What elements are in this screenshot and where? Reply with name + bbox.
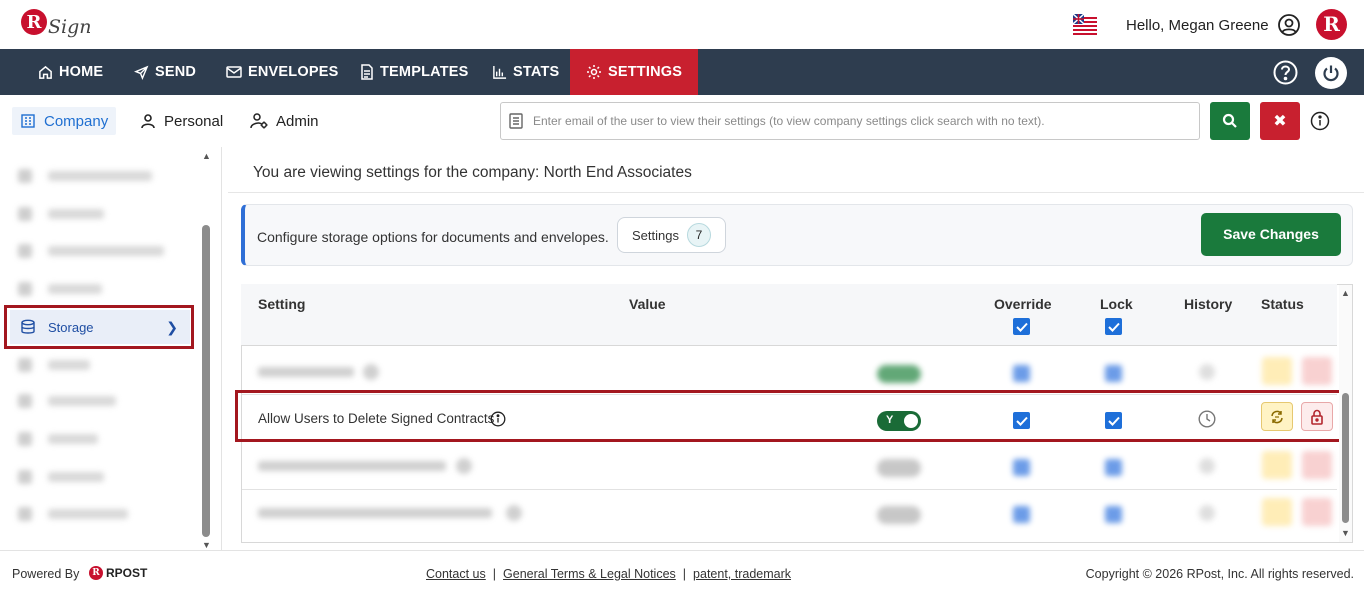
- highlight-box: [4, 305, 194, 349]
- scroll-down-icon[interactable]: ▼: [1341, 528, 1350, 538]
- nav-home[interactable]: HOME: [38, 49, 103, 95]
- svg-text:Sign: Sign: [48, 16, 90, 38]
- check-icon: [1107, 322, 1120, 332]
- tab-admin-label: Admin: [276, 112, 319, 130]
- main-nav: HOME SEND ENVELOPES TEMPLATES STATS SETT…: [0, 49, 1364, 95]
- search-button[interactable]: [1210, 102, 1250, 140]
- sidebar-item-blurred[interactable]: [18, 503, 128, 525]
- info-icon[interactable]: [1310, 111, 1330, 131]
- list-icon: [509, 113, 523, 129]
- nav-home-label: HOME: [59, 64, 104, 80]
- nav-envelopes[interactable]: ENVELOPES: [226, 49, 338, 95]
- top-header: R Sign Hello, Megan Greene R: [0, 0, 1364, 49]
- tab-company-label: Company: [44, 112, 109, 130]
- nav-settings-label: SETTINGS: [608, 64, 683, 80]
- envelope-icon: [226, 66, 242, 78]
- nav-templates-label: TEMPLATES: [380, 64, 469, 80]
- col-value: Value: [629, 296, 666, 312]
- search-icon: [1222, 113, 1237, 128]
- nav-send[interactable]: SEND: [134, 49, 196, 95]
- tab-admin[interactable]: Admin: [250, 107, 319, 135]
- user-greeting: Hello, Megan Greene: [1126, 17, 1269, 34]
- row-divider: [242, 489, 1337, 490]
- scroll-up-icon[interactable]: ▲: [202, 151, 211, 161]
- user-search-input[interactable]: [533, 114, 1183, 128]
- sidebar-item-blurred[interactable]: [18, 390, 116, 412]
- sidebar-item-blurred[interactable]: [18, 278, 102, 300]
- copyright-text: Copyright © 2026 RPost, Inc. All rights …: [1085, 567, 1354, 581]
- clear-search-button[interactable]: ✖: [1260, 102, 1300, 140]
- power-icon: [1323, 65, 1339, 82]
- stats-icon: [493, 65, 507, 79]
- table-header: [241, 284, 1337, 346]
- terms-link[interactable]: General Terms & Legal Notices: [503, 567, 676, 581]
- sidebar-scrollbar[interactable]: ▲ ▼: [201, 151, 211, 550]
- page-title: You are viewing settings for the company…: [253, 164, 692, 181]
- scroll-down-icon[interactable]: ▼: [202, 540, 211, 550]
- footer-links: Contact us | General Terms & Legal Notices…: [426, 567, 792, 581]
- home-icon: [39, 65, 52, 79]
- lock-all-checkbox[interactable]: [1105, 318, 1122, 335]
- settings-pill-label: Settings: [632, 227, 679, 243]
- power-button[interactable]: [1315, 57, 1347, 89]
- rsign-logo[interactable]: R Sign: [20, 6, 92, 42]
- sidebar-item-blurred[interactable]: [18, 466, 104, 488]
- col-lock: Lock: [1100, 296, 1133, 312]
- patent-link[interactable]: patent, trademark: [693, 567, 791, 581]
- divider: [228, 192, 1364, 193]
- override-all-checkbox[interactable]: [1013, 318, 1030, 335]
- sidebar-item-blurred[interactable]: [18, 165, 152, 187]
- col-override: Override: [994, 296, 1052, 312]
- tab-personal-label: Personal: [164, 112, 224, 130]
- nav-stats[interactable]: STATS: [492, 49, 559, 95]
- user-search-box: [500, 102, 1200, 140]
- nav-envelopes-label: ENVELOPES: [248, 64, 339, 80]
- tab-company[interactable]: Company: [12, 107, 117, 135]
- sidebar-item-blurred[interactable]: [18, 203, 104, 225]
- sidebar-item-blurred[interactable]: [18, 354, 90, 376]
- uk-flag-icon[interactable]: [1072, 13, 1097, 36]
- contact-us-link[interactable]: Contact us: [426, 567, 486, 581]
- nav-send-label: SEND: [155, 64, 197, 80]
- sidebar-item-blurred[interactable]: [18, 428, 98, 450]
- admin-icon: [250, 113, 268, 129]
- nav-templates[interactable]: TEMPLATES: [360, 49, 469, 95]
- send-icon: [134, 65, 149, 80]
- highlight-box: [235, 390, 1344, 442]
- gear-icon: [587, 65, 601, 79]
- avatar[interactable]: R: [1316, 9, 1347, 40]
- person-icon: [141, 114, 155, 129]
- rpost-logo-mark: R: [89, 566, 103, 580]
- save-changes-button[interactable]: Save Changes: [1201, 213, 1341, 256]
- col-history: History: [1184, 296, 1233, 312]
- table-scrollbar[interactable]: ▲ ▼: [1339, 285, 1352, 542]
- help-icon[interactable]: [1273, 60, 1298, 85]
- settings-count-pill[interactable]: Settings 7: [617, 217, 726, 253]
- col-setting: Setting: [258, 296, 306, 312]
- svg-text:R: R: [27, 12, 43, 33]
- close-icon: ✖: [1273, 113, 1287, 130]
- config-description: Configure storage options for documents …: [257, 229, 609, 245]
- settings-count-badge: 7: [686, 223, 711, 247]
- scroll-thumb[interactable]: [202, 225, 210, 537]
- scroll-thumb[interactable]: [1342, 393, 1349, 523]
- sidebar-item-blurred[interactable]: [18, 240, 164, 262]
- template-icon: [361, 64, 373, 80]
- nav-stats-label: STATS: [513, 64, 560, 80]
- building-icon: [21, 114, 35, 128]
- check-icon: [1015, 322, 1028, 332]
- nav-settings[interactable]: SETTINGS: [570, 49, 699, 95]
- col-status: Status: [1261, 296, 1304, 312]
- tab-personal[interactable]: Personal: [140, 107, 223, 135]
- rpost-logo-text: RPOST: [106, 566, 148, 580]
- powered-by-text: Powered By: [12, 567, 80, 581]
- scroll-up-icon[interactable]: ▲: [1341, 288, 1350, 298]
- rpost-logo: R RPOST: [89, 566, 147, 580]
- user-profile-icon[interactable]: [1277, 13, 1301, 37]
